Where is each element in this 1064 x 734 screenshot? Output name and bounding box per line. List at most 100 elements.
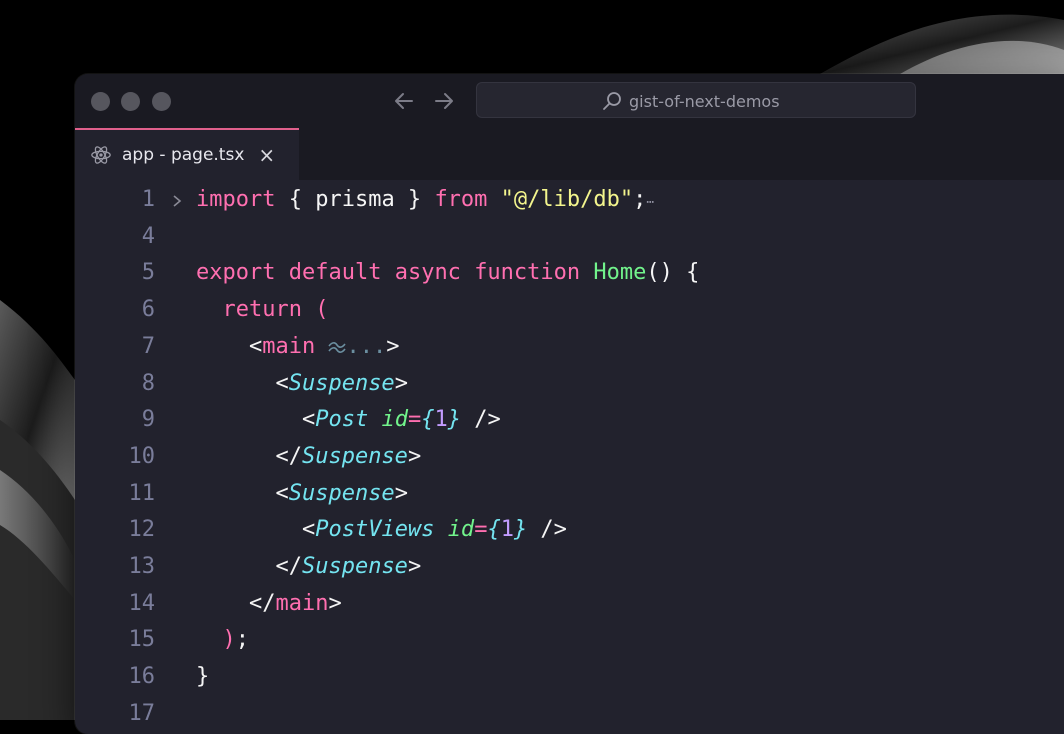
- code-line: 6 return (: [75, 292, 1064, 329]
- arrow-left-icon: [395, 93, 413, 109]
- code-token: 1: [434, 407, 448, 433]
- code-token: "@/lib/db": [500, 187, 634, 212]
- code-token: return: [222, 297, 302, 323]
- code-token: <: [196, 370, 289, 396]
- line-number: 6: [141, 297, 155, 323]
- line-number: 5: [141, 260, 155, 286]
- code-token: <: [196, 517, 316, 543]
- code-editor[interactable]: 1 import { prisma } from "@/lib/db";⋯ 4 5 ex…: [75, 180, 1064, 734]
- code-token: }: [196, 664, 210, 690]
- code-token: </: [196, 590, 276, 616]
- window-close-button[interactable]: [91, 92, 110, 111]
- code-token: 1: [500, 517, 514, 543]
- code-token: id: [447, 517, 475, 543]
- line-number: 7: [141, 333, 155, 359]
- code-token: async: [394, 260, 461, 286]
- code-content: <Suspense>: [196, 476, 408, 513]
- code-token: default: [288, 260, 382, 286]
- code-token: main: [275, 590, 329, 616]
- code-token: >: [386, 333, 400, 359]
- forward-button[interactable]: [432, 86, 456, 122]
- line-number: 8: [141, 370, 155, 396]
- code-content: </main>: [196, 586, 342, 623]
- code-token: />: [460, 407, 501, 433]
- code-content: <Post id={1} />: [196, 402, 501, 439]
- window-zoom-button[interactable]: [152, 92, 171, 111]
- search-text: gist-of-next-demos: [629, 91, 780, 111]
- code-token: { prisma }: [275, 187, 435, 212]
- code-content: }: [196, 659, 209, 696]
- code-line: 13 </Suspense>: [75, 549, 1064, 586]
- code-line: 15 );: [75, 622, 1064, 659]
- code-content: <main ...>: [196, 329, 400, 366]
- code-token: Suspense: [301, 443, 408, 469]
- code-token: Post: [315, 407, 369, 433]
- arrow-right-icon: [435, 93, 453, 109]
- code-content: return (: [196, 292, 329, 329]
- code-token: Suspense: [301, 554, 408, 579]
- code-token: />: [527, 517, 567, 543]
- code-line: 4: [75, 219, 1064, 256]
- code-token: }: [447, 407, 461, 433]
- code-line: 17: [75, 696, 1064, 733]
- code-token: function: [474, 260, 581, 286]
- chevron-right-icon[interactable]: [170, 182, 184, 219]
- line-number: 13: [128, 554, 156, 579]
- code-line: 10 </Suspense>: [75, 439, 1064, 476]
- folded-imports-ellipsis[interactable]: ⋯: [646, 195, 654, 210]
- search-icon: [603, 92, 621, 110]
- code-token: </: [196, 443, 302, 469]
- code-token: >: [407, 443, 422, 469]
- line-number: 17: [128, 700, 156, 726]
- code-token: >: [394, 480, 408, 506]
- line-number: 4: [141, 223, 155, 249]
- code-token: >: [394, 370, 408, 396]
- code-content: <PostViews id={1} />: [196, 512, 567, 549]
- title-bar: gist-of-next-demos: [75, 74, 1064, 128]
- line-number: 11: [128, 480, 156, 506]
- code-token: =: [474, 517, 488, 543]
- code-token: Suspense: [288, 480, 395, 506]
- code-line: 11 <Suspense>: [75, 476, 1064, 513]
- line-number: 9: [141, 407, 155, 433]
- line-number: 16: [128, 664, 156, 690]
- code-token: import: [196, 187, 276, 212]
- code-token: Home: [593, 260, 647, 286]
- code-line: 5 export default async function Home() {: [75, 255, 1064, 292]
- line-number: 14: [128, 590, 156, 616]
- code-line: 1 import { prisma } from "@/lib/db";⋯: [75, 182, 1064, 219]
- collapsed-classname-dots[interactable]: ...: [346, 334, 386, 359]
- command-center-search[interactable]: gist-of-next-demos: [476, 82, 916, 118]
- code-content: <Suspense>: [196, 366, 408, 403]
- react-icon: [90, 144, 112, 166]
- code-content: );: [196, 622, 250, 659]
- code-line: 7 <main ...>: [75, 329, 1064, 366]
- code-token: }: [513, 517, 528, 543]
- editor-window: gist-of-next-demos app - page.tsx × 1 imp…: [75, 74, 1064, 734]
- code-token: id: [381, 407, 408, 433]
- line-number: 15: [128, 627, 156, 653]
- tab-close-icon[interactable]: ×: [258, 145, 275, 165]
- code-content: import { prisma } from "@/lib/db";⋯: [196, 182, 654, 222]
- code-token: (: [301, 297, 329, 323]
- tab-title: app - page.tsx: [122, 145, 245, 165]
- tab-page-tsx[interactable]: app - page.tsx ×: [75, 128, 299, 180]
- code-token: PostViews: [315, 517, 435, 543]
- back-button[interactable]: [392, 86, 416, 122]
- code-line: 9 <Post id={1} />: [75, 402, 1064, 439]
- code-token: ): [222, 627, 236, 653]
- window-minimize-button[interactable]: [121, 92, 140, 111]
- line-number: 10: [128, 443, 156, 469]
- code-content: </Suspense>: [196, 439, 421, 476]
- code-token: >: [407, 554, 422, 579]
- tailwind-icon[interactable]: [315, 334, 347, 359]
- tab-bar: app - page.tsx ×: [75, 128, 1064, 180]
